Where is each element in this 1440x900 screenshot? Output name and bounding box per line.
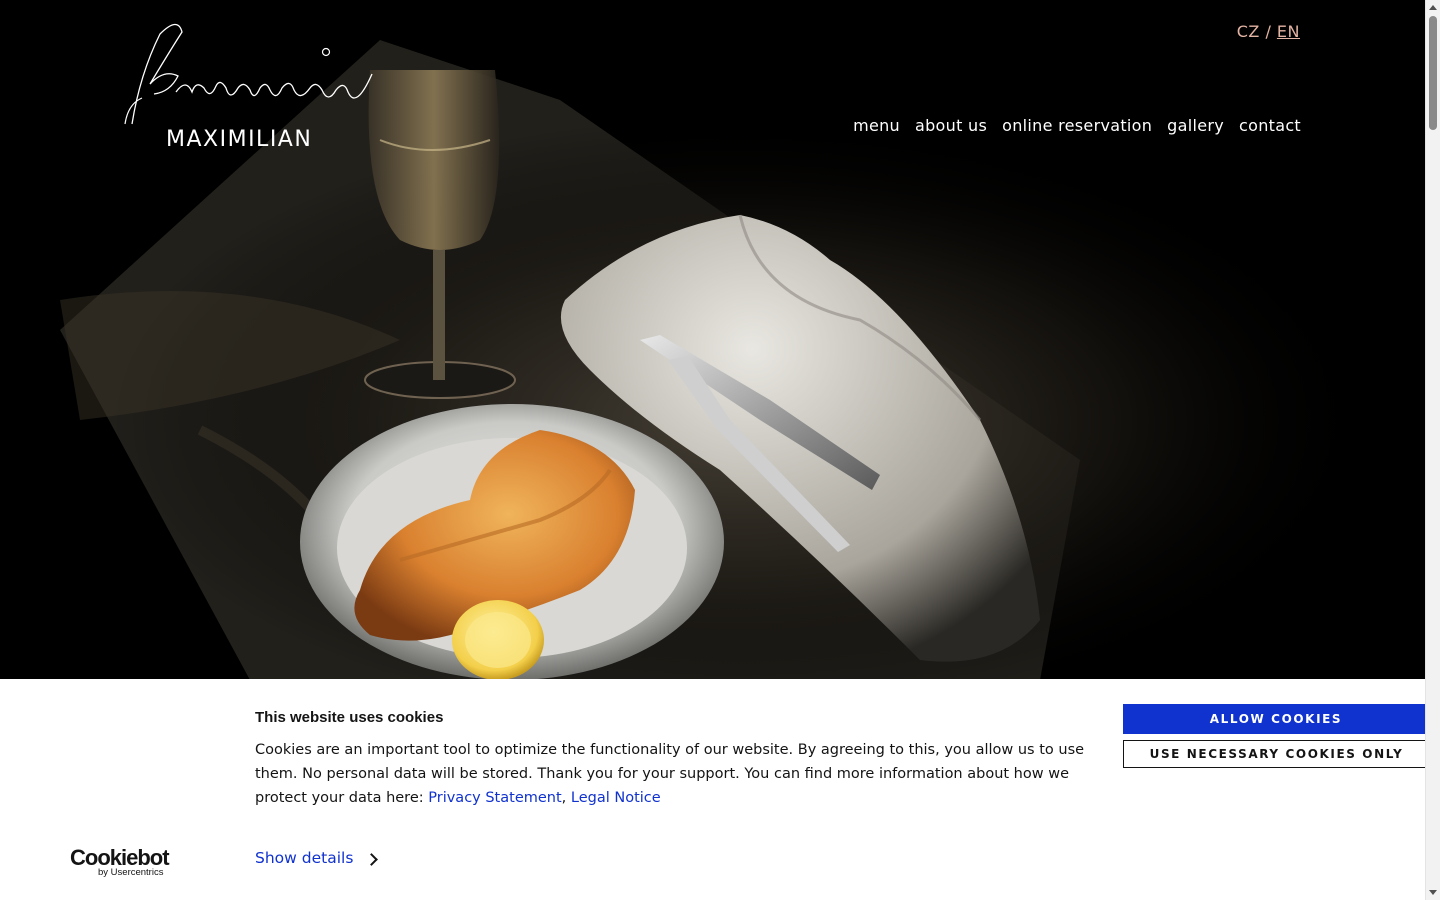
main-nav: menu about us online reservation gallery… [853,116,1301,135]
nav-item-about-us[interactable]: about us [915,116,987,135]
lang-separator: / [1265,22,1272,41]
cookie-text: Cookies are an important tool to optimiz… [255,742,1085,806]
cookiebot-by: by Usercentrics [98,867,164,878]
page-scrollbar[interactable] [1425,0,1440,900]
nav-item-contact[interactable]: contact [1239,116,1301,135]
cookie-banner: This website uses cookies Cookies are an… [0,679,1425,900]
chevron-right-icon [365,852,379,866]
cookie-title: This website uses cookies [255,709,444,726]
link-separator: , [561,790,567,806]
page: MAXIMILIAN CZ / EN menu about us online … [0,0,1425,900]
brand-name: MAXIMILIAN [166,127,313,152]
language-switch: CZ / EN [1237,22,1300,41]
logo-script-icon [124,23,373,125]
arrow-down-icon[interactable] [1429,890,1437,895]
privacy-statement-link[interactable]: Privacy Statement [428,790,561,806]
cookie-description: Cookies are an important tool to optimiz… [255,738,1085,810]
show-details-toggle[interactable]: Show details [255,849,379,867]
lang-en[interactable]: EN [1277,22,1300,41]
scrollbar-thumb[interactable] [1429,16,1437,130]
nav-item-online-reservation[interactable]: online reservation [1002,116,1152,135]
nav-item-gallery[interactable]: gallery [1167,116,1224,135]
arrow-up-icon[interactable] [1429,5,1437,10]
show-details-label: Show details [255,849,354,867]
cookiebot-logo: Cookiebot by Usercentrics [70,845,180,878]
necessary-cookies-button[interactable]: USE NECESSARY COOKIES ONLY [1123,740,1425,768]
legal-notice-link[interactable]: Legal Notice [571,790,661,806]
brand-logo[interactable]: MAXIMILIAN [120,14,380,152]
lang-cz[interactable]: CZ [1237,22,1260,41]
nav-item-menu[interactable]: menu [853,116,900,135]
allow-cookies-button[interactable]: ALLOW COOKIES [1123,704,1425,734]
